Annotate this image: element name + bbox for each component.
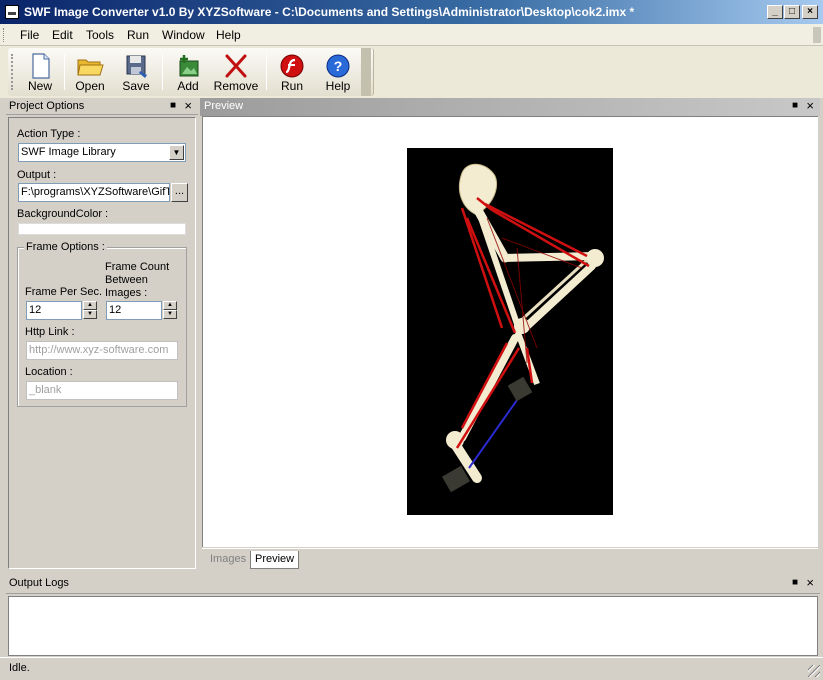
- help-label: Help: [325, 79, 351, 93]
- spin-down-icon[interactable]: ▼: [83, 310, 97, 319]
- toolbar-separator: [266, 54, 267, 90]
- frame-count-spinner[interactable]: ▲ ▼: [163, 301, 177, 320]
- toolbar-area: New Open Save Add Remove Run ? Help: [0, 46, 823, 98]
- menu-edit[interactable]: Edit: [52, 28, 73, 42]
- resize-grip-icon[interactable]: [808, 665, 820, 677]
- close-button[interactable]: ×: [802, 5, 818, 19]
- project-options-panel: Project Options ■ × Action Type : SWF Im…: [6, 98, 198, 570]
- output-logs-title: Output Logs: [9, 577, 69, 589]
- spin-up-icon[interactable]: ▲: [163, 301, 177, 310]
- output-label: Output :: [17, 169, 57, 181]
- save-disk-icon: [126, 55, 147, 78]
- project-options-header: Project Options ■ ×: [6, 98, 198, 115]
- http-link-input[interactable]: http://www.xyz-software.com: [26, 341, 178, 360]
- help-question-icon: ?: [326, 54, 350, 78]
- spin-down-icon[interactable]: ▼: [163, 310, 177, 319]
- app-icon: [5, 5, 19, 19]
- svg-text:?: ?: [334, 58, 343, 74]
- toolbar-separator: [162, 54, 163, 90]
- maximize-button[interactable]: □: [784, 5, 800, 19]
- menu-grip: [3, 28, 6, 42]
- add-label: Add: [177, 79, 199, 93]
- save-button[interactable]: Save: [116, 51, 156, 95]
- browse-button[interactable]: ...: [171, 183, 188, 202]
- menu-window[interactable]: Window: [162, 28, 205, 42]
- document-tabs: Images Preview: [202, 548, 818, 569]
- location-input[interactable]: _blank: [26, 381, 178, 400]
- bgcolor-label: BackgroundColor :: [17, 208, 109, 220]
- new-button[interactable]: New: [20, 51, 60, 95]
- fps-label: Frame Per Sec.: [25, 286, 103, 298]
- output-path-input[interactable]: F:\programs\XYZSoftware\GifT: [18, 183, 170, 202]
- minimize-button[interactable]: _: [767, 5, 783, 19]
- action-type-value: SWF Image Library: [21, 146, 116, 158]
- pin-icon[interactable]: ■: [792, 100, 798, 111]
- add-image-icon: [179, 55, 199, 77]
- output-logs-panel: Output Logs ■ ×: [6, 575, 820, 595]
- tab-preview[interactable]: Preview: [250, 551, 300, 569]
- main-toolbar: New Open Save Add Remove Run ? Help: [8, 48, 374, 96]
- status-bar: Idle.: [0, 657, 823, 680]
- project-options-body: Action Type : SWF Image Library ▼ Output…: [8, 117, 196, 569]
- action-type-label: Action Type :: [17, 128, 81, 140]
- frame-options-group: Frame Options : Frame Per Sec. Frame Cou…: [17, 241, 187, 407]
- pin-icon[interactable]: ■: [170, 100, 176, 111]
- close-icon[interactable]: ×: [806, 575, 814, 590]
- run-button[interactable]: Run: [272, 51, 312, 95]
- tab-images[interactable]: Images: [206, 551, 250, 569]
- title-bar: SWF Image Converter v1.0 By XYZSoftware …: [0, 0, 823, 24]
- open-button[interactable]: Open: [70, 51, 110, 95]
- toolbar-grip[interactable]: [11, 54, 14, 90]
- new-label: New: [27, 79, 52, 93]
- menu-help[interactable]: Help: [216, 28, 241, 42]
- add-button[interactable]: Add: [168, 51, 208, 95]
- preview-animation-frame: [407, 148, 613, 515]
- location-label: Location :: [25, 366, 73, 378]
- close-icon[interactable]: ×: [806, 98, 814, 113]
- http-link-label: Http Link :: [25, 326, 75, 338]
- bgcolor-swatch[interactable]: [18, 223, 186, 235]
- menu-overflow-chevron[interactable]: [813, 27, 821, 43]
- preview-title: Preview: [204, 100, 244, 112]
- preview-header: Preview ■ ×: [200, 98, 820, 116]
- menu-bar: File Edit Tools Run Window Help: [0, 24, 823, 46]
- spin-up-icon[interactable]: ▲: [83, 301, 97, 310]
- run-label: Run: [280, 79, 303, 93]
- menu-file[interactable]: File: [20, 28, 39, 42]
- window-title: SWF Image Converter v1.0 By XYZSoftware …: [24, 5, 635, 19]
- preview-header-bar: Preview ■ ×: [200, 98, 820, 116]
- menu-tools[interactable]: Tools: [86, 28, 114, 42]
- open-label: Open: [75, 79, 105, 93]
- remove-x-icon: [225, 54, 247, 78]
- frame-options-title: Frame Options :: [24, 241, 107, 253]
- pin-icon[interactable]: ■: [792, 577, 798, 588]
- fps-spinner[interactable]: ▲ ▼: [83, 301, 97, 320]
- fps-input[interactable]: 12: [26, 301, 82, 320]
- new-document-icon: [32, 53, 50, 79]
- dropdown-arrow-icon[interactable]: ▼: [169, 145, 184, 160]
- toolbar-separator: [64, 54, 65, 90]
- output-logs-header: Output Logs ■ ×: [6, 575, 820, 594]
- project-options-title: Project Options: [9, 100, 85, 112]
- open-folder-icon: [77, 59, 104, 76]
- status-text: Idle.: [9, 662, 30, 674]
- menu-run[interactable]: Run: [127, 28, 149, 42]
- output-logs-area[interactable]: [8, 596, 818, 656]
- save-label: Save: [122, 79, 150, 93]
- toolbar-overflow-chevron[interactable]: [361, 48, 371, 96]
- close-icon[interactable]: ×: [184, 98, 192, 113]
- remove-button[interactable]: Remove: [212, 51, 260, 95]
- skeleton-leg-image: [441, 163, 604, 493]
- run-flash-icon: [280, 54, 304, 78]
- frame-count-label: Frame Count Between Images :: [105, 261, 170, 299]
- remove-label: Remove: [213, 79, 259, 93]
- frame-count-input[interactable]: 12: [106, 301, 162, 320]
- help-button[interactable]: ? Help: [318, 51, 358, 95]
- action-type-select[interactable]: SWF Image Library ▼: [18, 143, 186, 162]
